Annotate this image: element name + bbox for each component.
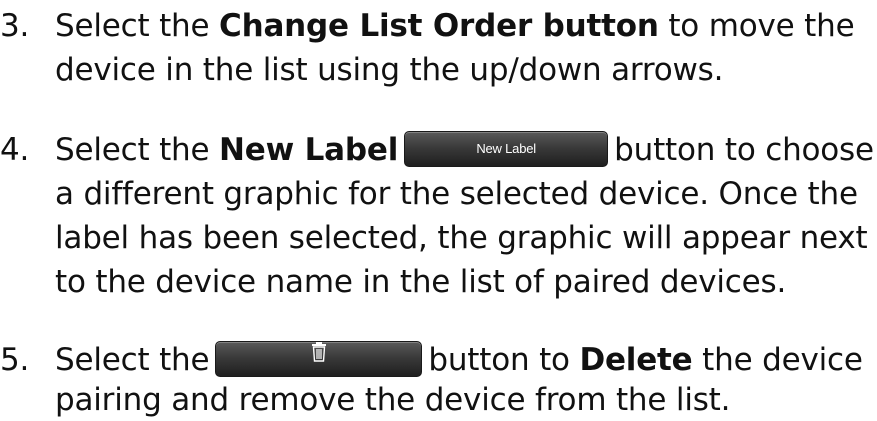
- step-5-number: 5.: [0, 342, 30, 378]
- step-4-line-3: label has been selected, the graphic wil…: [55, 220, 868, 256]
- step-5-line-2: pairing and remove the device from the l…: [55, 382, 731, 418]
- trash-icon: [311, 341, 327, 375]
- delete-button[interactable]: [215, 340, 423, 377]
- step-5-text-mid: button to: [428, 342, 580, 378]
- step-3-bold: Change List Order button: [219, 8, 659, 44]
- step-5-text-post: the device: [692, 342, 863, 378]
- step-4-text-post: button to choose: [614, 132, 874, 168]
- step-4-line-4: to the device name in the list of paired…: [55, 264, 787, 300]
- step-3-line-2: device in the list using the up/down arr…: [55, 52, 724, 88]
- step-4-bold: New Label: [219, 132, 399, 168]
- step-3-text-pre: Select the: [55, 8, 220, 44]
- step-4-number: 4.: [0, 132, 30, 168]
- step-3-number: 3.: [0, 8, 30, 44]
- step-4-line-2: a different graphic for the selected dev…: [55, 176, 858, 212]
- step-4-text-pre: Select the: [55, 132, 220, 168]
- instruction-steps: 3. Select the Change List Order button t…: [0, 0, 877, 421]
- new-label-button[interactable]: New Label: [404, 130, 609, 167]
- step-3-text-post: to move the: [658, 8, 855, 44]
- step-5-text-pre: Select the: [55, 342, 210, 378]
- step-5-bold: Delete: [579, 342, 693, 378]
